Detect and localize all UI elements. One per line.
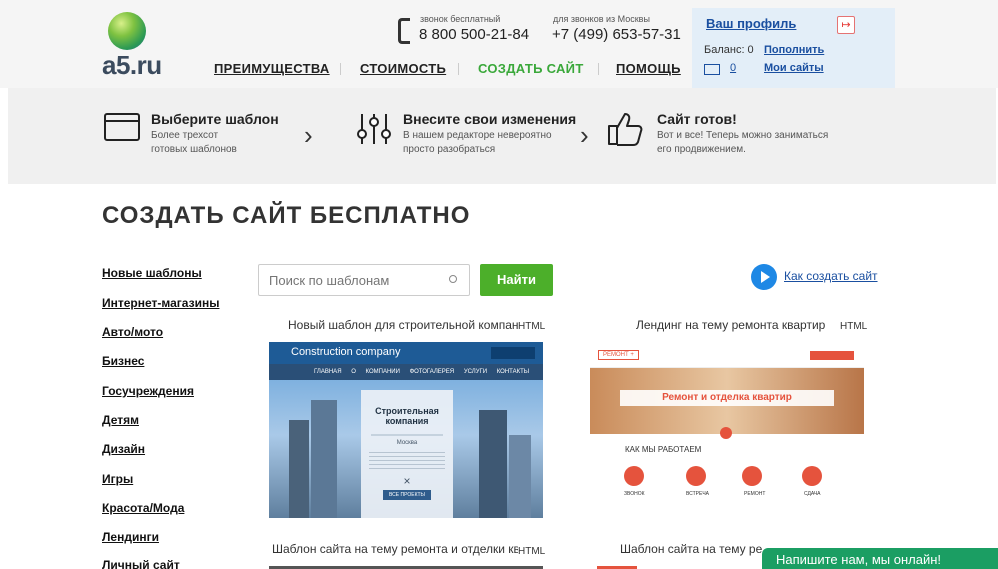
search-icon[interactable] [449,275,457,283]
message-count[interactable]: 0 [730,62,736,74]
thumb-topbar: Construction company [269,342,543,364]
category-link[interactable]: Красота/Мода [102,501,184,515]
category-link[interactable]: Интернет-магазины [102,296,219,310]
phone-free-label: звонок бесплатный [420,14,501,24]
phone-free: 8 800 500-21-84 [419,26,530,43]
mail-icon[interactable] [704,64,720,75]
template-thumbnail[interactable]: Construction company ГЛАВНАЯ О КОМПАНИИ … [269,342,543,518]
nav-help[interactable]: ПОМОЩЬ [616,61,681,76]
thumb-city-bg: Строительная компания Москва × ВСЕ ПРОЕК… [269,380,543,518]
category-link[interactable]: Госучреждения [102,384,194,398]
category-link[interactable]: Лендинги [102,530,159,544]
step-desc: В нашем редакторе невероятно просто разоб… [403,130,552,155]
thumb-brand: Construction company [291,346,401,358]
category-link[interactable]: Дизайн [102,442,145,456]
step-title: Сайт готов! [657,111,737,127]
template-title[interactable]: Шаблон сайта на тему ремонта [620,542,762,556]
category-link[interactable]: Детям [102,413,139,427]
profile-link[interactable]: Ваш профиль [706,16,796,31]
template-title[interactable]: Шаблон сайта на тему ремонта и отделки к… [272,542,518,556]
find-button[interactable]: Найти [480,264,553,296]
html-badge: HTML [840,321,868,332]
thumb-topbar: РЕМОНТ + [590,342,864,368]
step-desc: Вот и все! Теперь можно заниматься его пр… [657,130,829,155]
step-desc: Более трехсот готовых шаблонов [151,130,237,155]
nav-advantages[interactable]: ПРЕИМУЩЕСТВА [214,61,330,76]
chevron-right-icon: › [304,120,313,150]
nav-create-site[interactable]: СОЗДАТЬ САЙТ [478,61,584,76]
chevron-down-icon [720,427,732,439]
category-link[interactable]: Личный сайт [102,558,180,569]
nav-divider [458,63,459,75]
page-title: СОЗДАТЬ САЙТ БЕСПЛАТНО [102,202,471,229]
topup-link[interactable]: Пополнить [764,44,824,56]
html-badge: HTML [518,321,546,332]
category-link[interactable]: Новые шаблоны [102,266,202,280]
step-title: Выберите шаблон [151,111,279,127]
html-badge: HTML [518,546,546,557]
search-box [258,264,470,296]
balance-text: Баланс: 0 [704,44,754,56]
thumb-brand: РЕМОНТ + [598,350,639,360]
my-sites-link[interactable]: Мои сайты [764,62,824,74]
thumb-menu: ГЛАВНАЯ О КОМПАНИИ ФОТОГАЛЕРЕЯ УСЛУГИ КО… [269,364,543,380]
category-link[interactable]: Бизнес [102,354,144,368]
nav-divider [598,63,599,75]
phone-moscow-label: для звонков из Москвы [553,14,650,24]
thumb-card: Строительная компания Москва × ВСЕ ПРОЕК… [361,390,453,518]
step-title: Внесите свои изменения [403,111,577,127]
template-title[interactable]: Новый шаблон для строительной компании [288,318,518,332]
logo-text: a5.ru [102,50,162,80]
thumb-section: КАК МЫ РАБОТАЕМ [625,445,702,454]
thumb-room-bg: Ремонт и отделка квартир [590,368,864,434]
template-title[interactable]: Лендинг на тему ремонта квартир [636,318,836,332]
template-thumbnail[interactable]: РЕМОНТ + Ремонт и отделка квартир КАК МЫ… [590,342,864,518]
profile-panel: Ваш профиль ↦ Баланс: 0 Пополнить 0 Мои … [692,8,895,88]
phone-moscow: +7 (499) 653-57-31 [552,26,681,43]
logo[interactable]: a5.ru [102,12,166,80]
nav-divider [340,63,341,75]
thumbs-up-icon [606,108,646,148]
thumb-button [491,347,535,359]
logout-icon[interactable]: ↦ [837,16,855,34]
chat-widget[interactable]: Напишите нам, мы онлайн! [762,548,998,569]
logo-globe-icon [108,12,146,50]
browser-window-icon [104,113,140,141]
sliders-icon [356,112,392,146]
header: a5.ru ПРЕИМУЩЕСТВА СТОИМОСТЬ СОЗДАТЬ САЙ… [0,0,998,88]
search-input[interactable] [259,265,439,295]
category-link[interactable]: Авто/мото [102,325,163,339]
category-link[interactable]: Игры [102,472,133,486]
steps-bar: Выберите шаблон Более трехсот готовых шаб… [8,88,996,184]
nav-pricing[interactable]: СТОИМОСТЬ [360,61,446,76]
play-icon[interactable] [751,264,777,290]
phone-icon [398,18,410,44]
how-to-link[interactable]: Как создать сайт [784,269,878,283]
chevron-right-icon: › [580,120,589,150]
